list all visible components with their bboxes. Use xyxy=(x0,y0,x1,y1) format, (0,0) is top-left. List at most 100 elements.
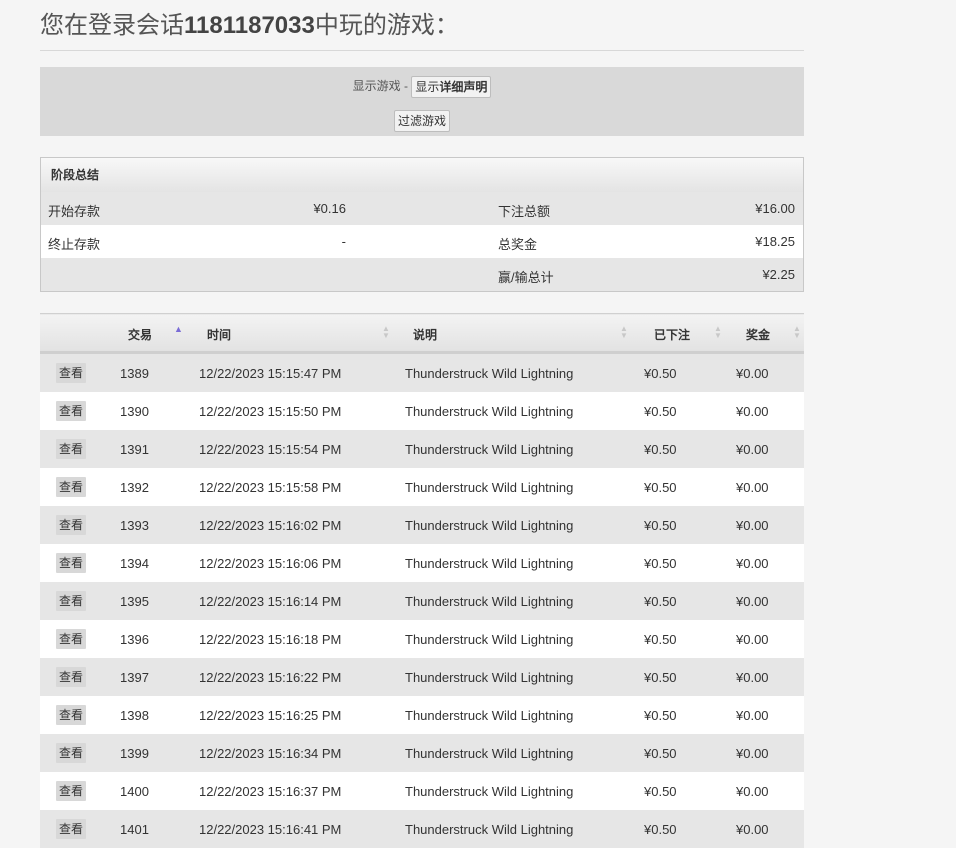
bet-amount: ¥0.50 xyxy=(644,696,736,734)
transaction-id: 1389 xyxy=(120,353,199,393)
bet-amount: ¥0.50 xyxy=(644,468,736,506)
col-header-bet-label: 已下注 xyxy=(654,326,690,343)
page-container: 您在登录会话1181187033中玩的游戏： 显示游戏 - 显示详细声明 过滤游… xyxy=(40,0,804,848)
view-button[interactable]: 查看 xyxy=(56,629,86,649)
table-header-row: 交易 ▲ 时间 ▲▼ 说明 ▲▼ 已下注 ▲▼ 奖金 ▲▼ xyxy=(40,314,804,353)
transaction-time: 12/22/2023 15:16:25 PM xyxy=(199,696,405,734)
table-row: 查看139412/22/2023 15:16:06 PMThunderstruc… xyxy=(40,544,804,582)
transaction-time: 12/22/2023 15:16:34 PM xyxy=(199,734,405,772)
win-amount: ¥0.00 xyxy=(736,658,804,696)
table-row: 查看139612/22/2023 15:16:18 PMThunderstruc… xyxy=(40,620,804,658)
view-button[interactable]: 查看 xyxy=(56,515,86,535)
win-amount: ¥0.00 xyxy=(736,430,804,468)
win-amount: ¥0.00 xyxy=(736,544,804,582)
view-button[interactable]: 查看 xyxy=(56,781,86,801)
total-bet-value: ¥16.00 xyxy=(755,201,795,216)
start-deposit-value: ¥0.16 xyxy=(313,201,346,216)
transaction-time: 12/22/2023 15:16:18 PM xyxy=(199,620,405,658)
view-button[interactable]: 查看 xyxy=(56,553,86,573)
filter-row-action: 过滤游戏 xyxy=(40,109,804,131)
win-amount: ¥0.00 xyxy=(736,353,804,393)
show-details-prefix: 显示 xyxy=(415,80,439,94)
game-description: Thunderstruck Wild Lightning xyxy=(405,582,644,620)
win-amount: ¥0.00 xyxy=(736,392,804,430)
win-amount: ¥0.00 xyxy=(736,772,804,810)
view-button[interactable]: 查看 xyxy=(56,705,86,725)
transaction-time: 12/22/2023 15:16:06 PM xyxy=(199,544,405,582)
transaction-id: 1395 xyxy=(120,582,199,620)
game-description: Thunderstruck Wild Lightning xyxy=(405,658,644,696)
summary-row-deposit-start: 开始存款 ¥0.16 下注总额 ¥16.00 xyxy=(41,192,803,225)
filter-bar: 显示游戏 - 显示详细声明 过滤游戏 xyxy=(40,67,804,136)
net-total-value: ¥2.25 xyxy=(762,267,795,282)
sort-icon: ▲▼ xyxy=(620,325,628,339)
summary-row-net: 赢/输总计 ¥2.25 xyxy=(41,258,803,291)
bet-amount: ¥0.50 xyxy=(644,582,736,620)
game-description: Thunderstruck Wild Lightning xyxy=(405,734,644,772)
transaction-time: 12/22/2023 15:16:02 PM xyxy=(199,506,405,544)
table-row: 查看139912/22/2023 15:16:34 PMThunderstruc… xyxy=(40,734,804,772)
col-header-transaction[interactable]: 交易 ▲ xyxy=(120,314,199,353)
transaction-time: 12/22/2023 15:15:54 PM xyxy=(199,430,405,468)
view-button[interactable]: 查看 xyxy=(56,401,86,421)
transaction-id: 1398 xyxy=(120,696,199,734)
view-button[interactable]: 查看 xyxy=(56,591,86,611)
summary-title: 阶段总结 xyxy=(41,158,803,192)
bet-amount: ¥0.50 xyxy=(644,353,736,393)
view-button[interactable]: 查看 xyxy=(56,667,86,687)
view-button[interactable]: 查看 xyxy=(56,439,86,459)
view-button[interactable]: 查看 xyxy=(56,819,86,839)
end-deposit-value: - xyxy=(342,234,346,249)
transaction-time: 12/22/2023 15:16:22 PM xyxy=(199,658,405,696)
bet-amount: ¥0.50 xyxy=(644,430,736,468)
col-header-description-label: 说明 xyxy=(413,326,437,343)
show-games-label: 显示游戏 - xyxy=(353,79,408,93)
table-row: 查看 138912/22/2023 15:15:47 PMThunderstruc… xyxy=(40,353,804,393)
end-deposit-label: 终止存款 xyxy=(48,234,100,253)
period-summary: 阶段总结 开始存款 ¥0.16 下注总额 ¥16.00 终止存款 - 总奖金 ¥… xyxy=(40,157,804,292)
view-cell: 查看 xyxy=(40,658,120,696)
view-button[interactable]: 查看 xyxy=(56,363,86,383)
transaction-id: 1393 xyxy=(120,506,199,544)
win-amount: ¥0.00 xyxy=(736,696,804,734)
sort-icon: ▲▼ xyxy=(382,325,390,339)
filter-row-display: 显示游戏 - 显示详细声明 xyxy=(40,75,804,97)
table-row: 查看139112/22/2023 15:15:54 PMThunderstruc… xyxy=(40,430,804,468)
win-amount: ¥0.00 xyxy=(736,506,804,544)
show-details-button[interactable]: 显示详细声明 xyxy=(411,76,491,98)
game-description: Thunderstruck Wild Lightning xyxy=(405,430,644,468)
view-cell: 查看 xyxy=(40,810,120,848)
table-row: 查看139212/22/2023 15:15:58 PMThunderstruc… xyxy=(40,468,804,506)
view-cell: 查看 xyxy=(40,582,120,620)
table-row: 查看139312/22/2023 15:16:02 PMThunderstruc… xyxy=(40,506,804,544)
col-header-action xyxy=(40,314,120,353)
sort-ascending-icon: ▲ xyxy=(174,324,183,334)
win-amount: ¥0.00 xyxy=(736,620,804,658)
win-amount: ¥0.00 xyxy=(736,582,804,620)
game-description: Thunderstruck Wild Lightning xyxy=(405,696,644,734)
start-deposit-label: 开始存款 xyxy=(48,201,100,220)
col-header-win-label: 奖金 xyxy=(746,326,770,343)
games-table-body: 查看138912/22/2023 15:15:47 PMThunderstruc… xyxy=(40,353,804,848)
transaction-id: 1390 xyxy=(120,392,199,430)
win-amount: ¥0.00 xyxy=(736,468,804,506)
session-id: 1181187033 xyxy=(184,12,315,39)
view-cell: 查看 xyxy=(40,620,120,658)
view-button[interactable]: 查看 xyxy=(56,477,86,497)
win-amount: ¥0.00 xyxy=(736,734,804,772)
game-description: Thunderstruck Wild Lightning xyxy=(405,810,644,848)
transaction-time: 12/22/2023 15:16:41 PM xyxy=(199,810,405,848)
game-description: Thunderstruck Wild Lightning xyxy=(405,353,644,393)
bet-amount: ¥0.50 xyxy=(644,544,736,582)
view-button[interactable]: 查看 xyxy=(56,743,86,763)
transaction-id: 1401 xyxy=(120,810,199,848)
view-cell: 查看 xyxy=(40,772,120,810)
col-header-bet[interactable]: 已下注 ▲▼ xyxy=(644,314,736,353)
view-cell: 查看 xyxy=(40,544,120,582)
sort-icon: ▲▼ xyxy=(714,325,722,339)
col-header-time[interactable]: 时间 ▲▼ xyxy=(199,314,405,353)
col-header-win[interactable]: 奖金 ▲▼ xyxy=(736,314,804,353)
filter-games-button[interactable]: 过滤游戏 xyxy=(394,110,450,132)
transaction-time: 12/22/2023 15:15:47 PM xyxy=(199,353,405,393)
col-header-description[interactable]: 说明 ▲▼ xyxy=(405,314,644,353)
